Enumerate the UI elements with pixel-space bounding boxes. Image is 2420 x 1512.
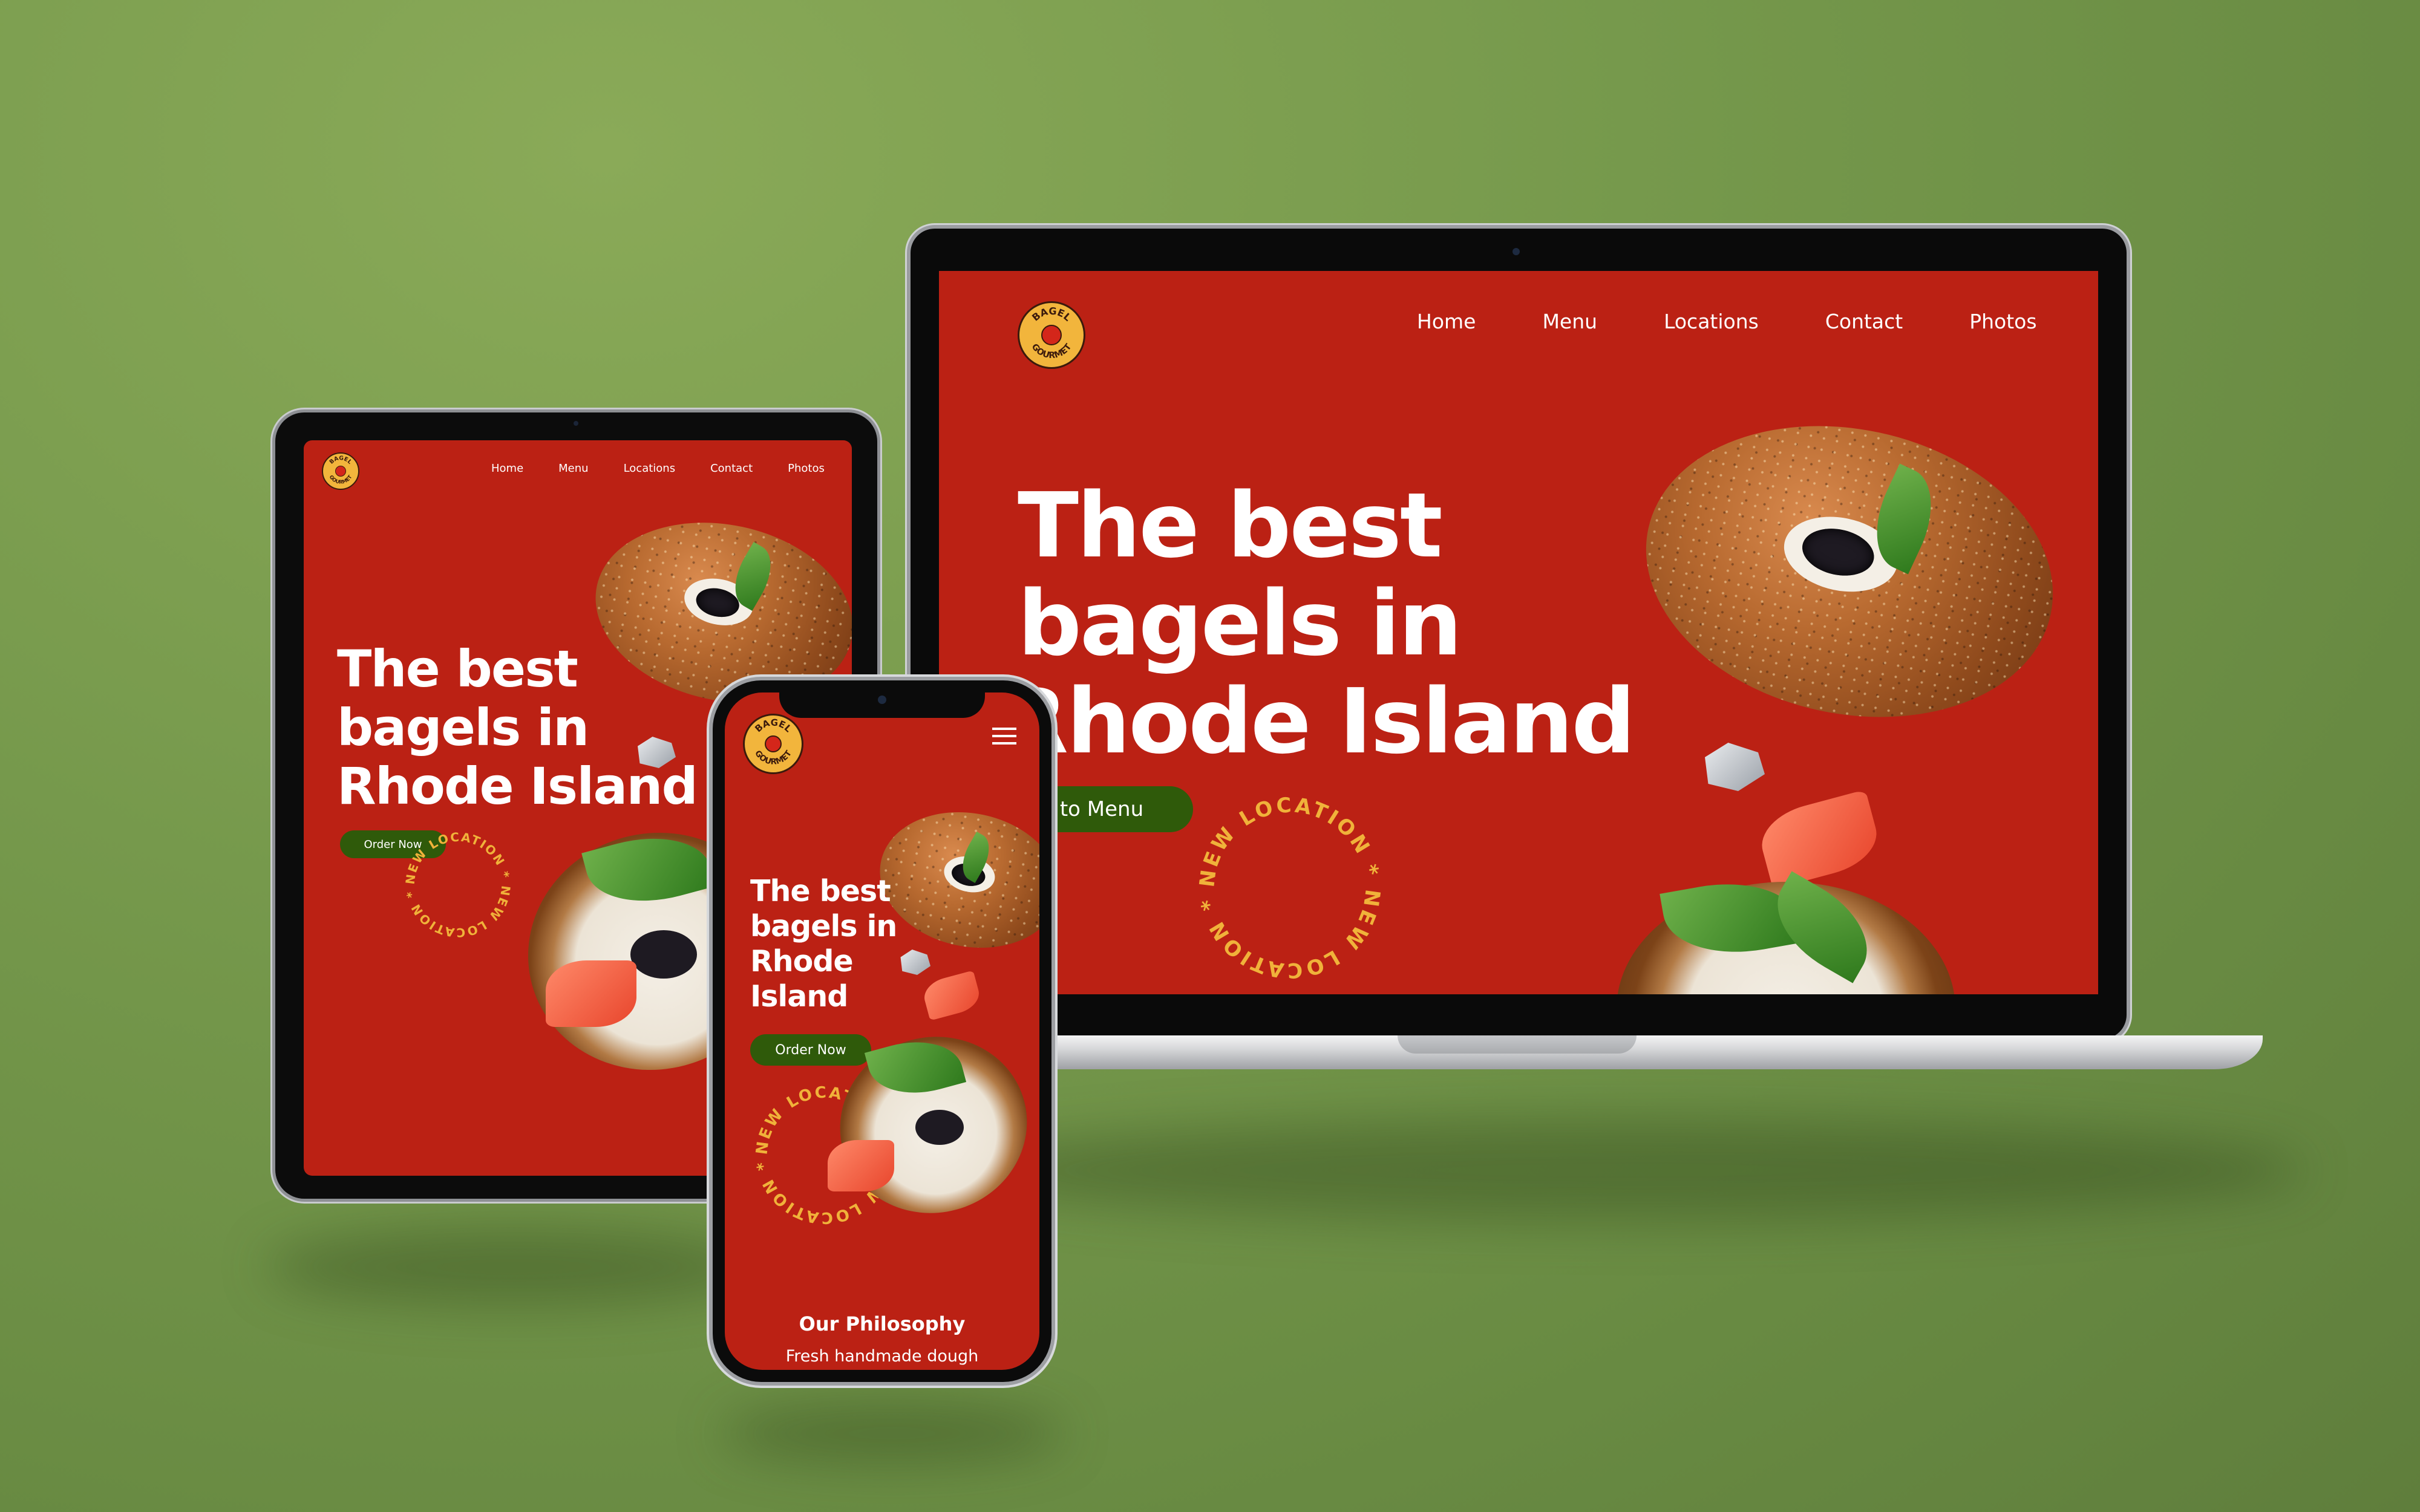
- logo-icon[interactable]: BAGEL GOURMET: [322, 452, 359, 490]
- svg-text:BAGEL: BAGEL: [1030, 305, 1073, 324]
- laptop-screen: BAGEL GOURMET Home Menu Locations Contac…: [939, 271, 2098, 994]
- nav-contact[interactable]: Contact: [1825, 310, 1903, 333]
- hamburger-menu-icon[interactable]: [992, 728, 1016, 746]
- new-location-badge: NEW LOCATION * NEW LOCATION *: [1195, 793, 1385, 982]
- laptop-hinge-notch: [1398, 1035, 1637, 1054]
- hero-heading: The best bagels in Rhode Island: [750, 874, 897, 1014]
- logo-icon[interactable]: BAGEL GOURMET: [743, 714, 803, 774]
- laptop-nav: Home Menu Locations Contact Photos: [1417, 310, 2037, 333]
- svg-text:GOURMET: GOURMET: [753, 749, 794, 767]
- nav-locations[interactable]: Locations: [1664, 310, 1759, 333]
- nav-menu[interactable]: Menu: [1542, 310, 1597, 333]
- front-camera: [878, 696, 886, 704]
- new-location-badge: NEW LOCATION * NEW LOCATION *: [403, 830, 514, 940]
- nav-home[interactable]: Home: [1417, 310, 1476, 333]
- svg-text:BAGEL: BAGEL: [329, 455, 353, 466]
- svg-text:NEW LOCATION * NEW LOCATION *: NEW LOCATION * NEW LOCATION *: [403, 830, 514, 940]
- nav-home[interactable]: Home: [491, 462, 523, 475]
- salmon-slice: [1754, 789, 1885, 890]
- tablet-shadow: [266, 1228, 762, 1306]
- nav-menu[interactable]: Menu: [558, 462, 588, 475]
- phone-shadow: [720, 1403, 1065, 1464]
- phone-screen: BAGEL GOURMET The best bagels in Rhode I…: [725, 692, 1039, 1370]
- svg-text:GOURMET: GOURMET: [1030, 342, 1074, 360]
- hero-heading: The best bagels in Rhode Island: [337, 639, 698, 816]
- hero-heading: The best bagels in Rhode Island: [999, 474, 1635, 774]
- cheese-crumb: [1705, 743, 1765, 791]
- laptop-camera: [1512, 248, 1520, 255]
- bagel-image: [1618, 389, 2081, 754]
- svg-text:NEW LOCATION * NEW LOCATION *: NEW LOCATION * NEW LOCATION *: [1195, 793, 1385, 982]
- nav-photos[interactable]: Photos: [788, 462, 825, 475]
- tablet-nav: Home Menu Locations Contact Photos: [491, 462, 825, 475]
- philosophy-text: Fresh handmade dough: [785, 1347, 979, 1366]
- salmon-slice: [920, 970, 983, 1021]
- svg-text:GOURMET: GOURMET: [328, 474, 353, 484]
- bagel-hole: [915, 1110, 964, 1145]
- order-now-button[interactable]: Order Now: [750, 1034, 871, 1066]
- nav-photos[interactable]: Photos: [1969, 310, 2036, 333]
- bagel-hole: [630, 930, 697, 979]
- philosophy-title: Our Philosophy: [799, 1312, 966, 1335]
- salmon-slice: [546, 960, 636, 1027]
- salmon-slice: [828, 1140, 894, 1191]
- logo-icon[interactable]: BAGEL GOURMET: [1018, 301, 1085, 369]
- cheese-crumb: [900, 950, 930, 975]
- laptop-shadow: [944, 1119, 2305, 1222]
- nav-locations[interactable]: Locations: [624, 462, 676, 475]
- nav-contact[interactable]: Contact: [710, 462, 753, 475]
- tablet-camera: [574, 421, 578, 426]
- svg-text:BAGEL: BAGEL: [753, 717, 794, 735]
